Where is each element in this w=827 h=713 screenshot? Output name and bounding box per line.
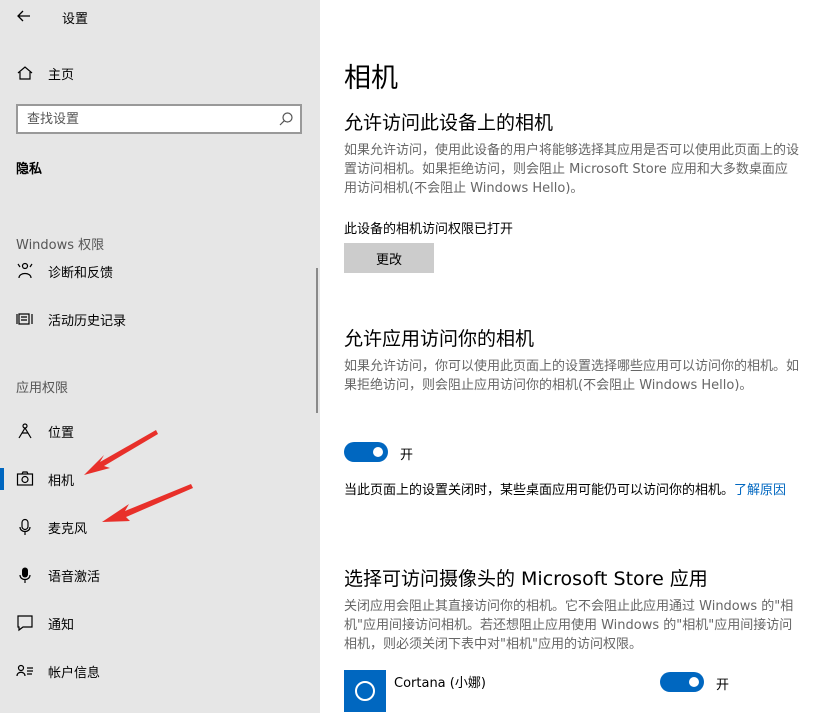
app-access-toggle-label: 开 [400, 448, 414, 463]
app-access-toggle[interactable] [344, 442, 388, 462]
sidebar-item-label: 活动历史记录 [48, 313, 127, 329]
desktop-apps-note-text: 当此页面上的设置关闭时，某些桌面应用可能仍可以访问你的相机。 [344, 483, 735, 498]
desktop-apps-note: 当此页面上的设置关闭时，某些桌面应用可能仍可以访问你的相机。了解原因 [344, 481, 794, 500]
window-title: 设置 [62, 12, 89, 27]
cortana-camera-toggle[interactable] [660, 672, 704, 692]
store-section-description: 关闭应用会阻止其直接访问你的相机。它不会阻止此应用通过 Windows 的"相机… [344, 599, 794, 652]
sidebar-item-label: 相机 [48, 473, 75, 489]
search-input[interactable] [18, 106, 258, 132]
back-arrow-icon [17, 10, 30, 22]
main-content: 相机 允许访问此设备上的相机 如果允许访问，使用此设备的用户将能够选择其应用是否… [320, 0, 827, 713]
sidebar-item-label: 语音激活 [48, 569, 101, 585]
sidebar-item-label: 麦克风 [48, 521, 88, 537]
back-button[interactable] [14, 6, 34, 26]
sidebar-item-diagnostics[interactable]: 诊断和反馈 [0, 251, 320, 291]
app-name: Cortana (小娜) [394, 676, 486, 691]
device-section-heading: 允许访问此设备上的相机 [344, 112, 554, 134]
toggle-knob [373, 447, 383, 457]
sidebar: 设置 主页 隐私 Windows 权限 诊断和反馈 活动历史记录 应用权限 [0, 0, 320, 713]
search-box[interactable] [16, 104, 302, 134]
group-label-apps: 应用权限 [16, 381, 69, 396]
device-section-description: 如果允许访问，使用此设备的用户将能够选择其应用是否可以使用此页面上的设置访问相机… [344, 143, 800, 196]
app-row-cortana: Cortana (小娜) 开 [344, 668, 814, 713]
sidebar-item-label: 帐户信息 [48, 665, 101, 681]
store-section-heading: 选择可访问摄像头的 Microsoft Store 应用 [344, 568, 708, 590]
page-title: 相机 [344, 63, 398, 94]
sidebar-scrollbar[interactable] [316, 268, 318, 413]
apps-section-description: 如果允许访问，你可以使用此页面上的设置选择哪些应用可以访问你的相机。如果拒绝访问… [344, 359, 800, 393]
learn-why-link[interactable]: 了解原因 [734, 483, 786, 498]
sidebar-item-notification[interactable]: 通知 [0, 603, 320, 643]
title-bar: 设置 [0, 0, 320, 32]
sidebar-item-label: 诊断和反馈 [48, 265, 114, 281]
toggle-knob [689, 677, 699, 687]
sidebar-item-camera[interactable]: 相机 [0, 459, 320, 499]
sidebar-item-label: 位置 [48, 425, 75, 441]
cortana-toggle-label: 开 [716, 678, 730, 693]
activity-history-icon [16, 313, 33, 325]
home-icon [17, 66, 33, 80]
sidebar-item-account-info[interactable]: 帐户信息 [0, 651, 320, 691]
sidebar-item-voice-activation[interactable]: 语音激活 [0, 555, 320, 595]
voice-activation-icon [19, 567, 31, 583]
section-title: 隐私 [16, 162, 43, 177]
account-info-icon [16, 664, 33, 677]
sidebar-item-home[interactable]: 主页 [0, 53, 320, 93]
sidebar-item-activity-history[interactable]: 活动历史记录 [0, 299, 320, 339]
sidebar-item-label: 主页 [48, 67, 75, 83]
notification-icon [17, 615, 33, 632]
cortana-icon [344, 670, 386, 712]
location-icon [18, 423, 32, 439]
device-access-status: 此设备的相机访问权限已打开 [344, 222, 514, 237]
sidebar-item-microphone[interactable]: 麦克风 [0, 507, 320, 547]
diagnostics-icon [17, 262, 33, 279]
apps-section-heading: 允许应用访问你的相机 [344, 328, 535, 350]
sidebar-item-location[interactable]: 位置 [0, 411, 320, 451]
camera-icon [16, 471, 34, 486]
search-icon[interactable] [278, 111, 294, 127]
change-button[interactable]: 更改 [344, 243, 434, 273]
microphone-icon [19, 518, 31, 535]
sidebar-item-label: 通知 [48, 617, 75, 633]
